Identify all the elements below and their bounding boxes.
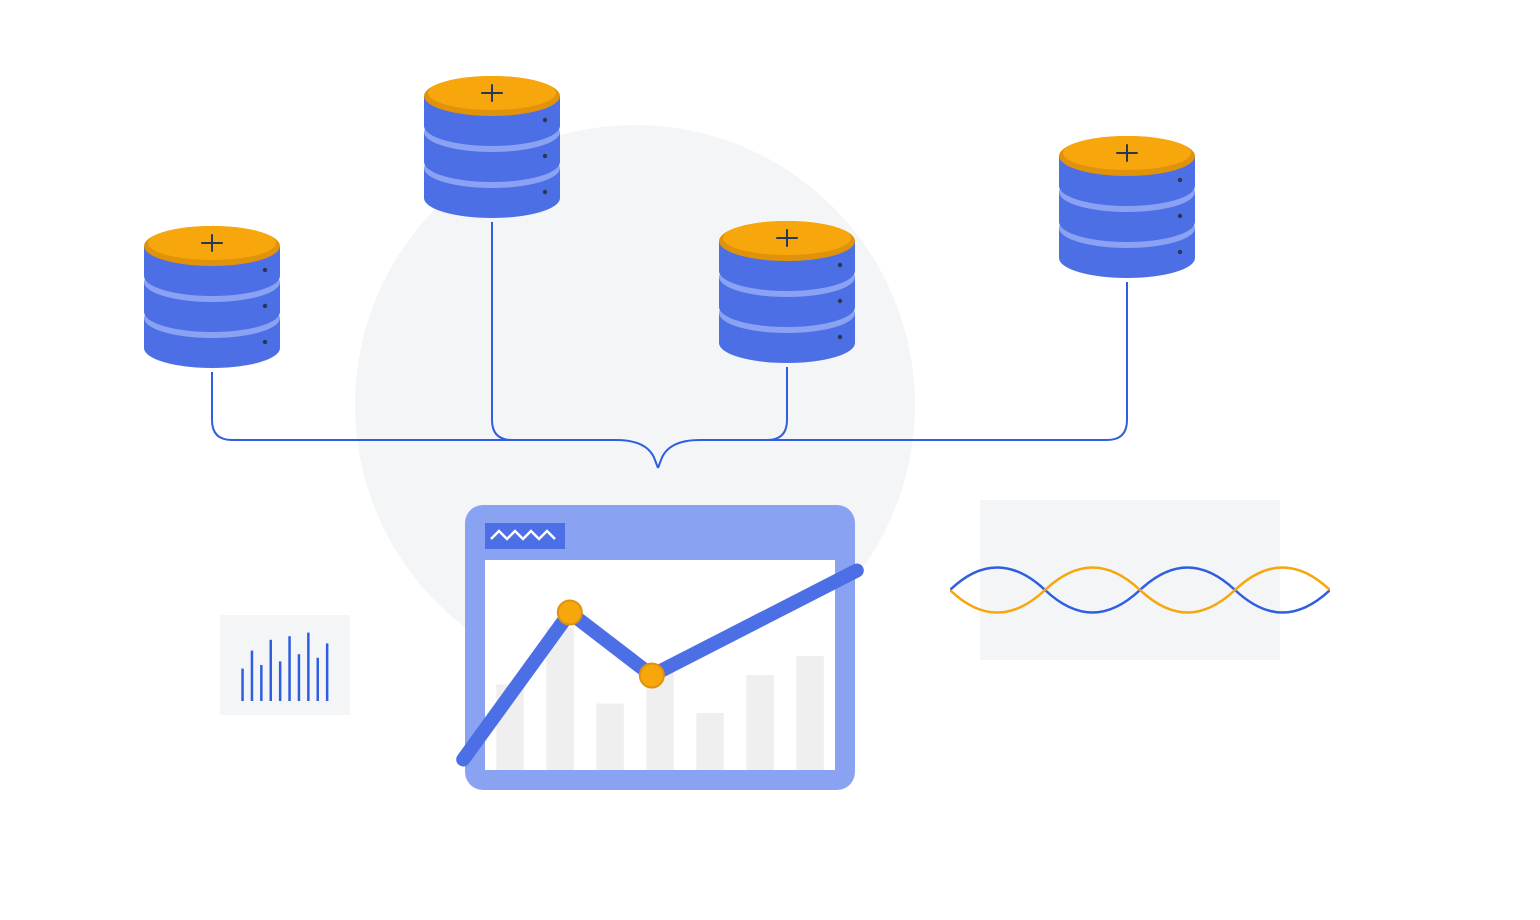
database-icon bbox=[140, 220, 285, 375]
database-icon bbox=[1055, 130, 1200, 285]
dashboard-window-icon bbox=[455, 505, 875, 805]
sparkline-bars-icon bbox=[220, 615, 350, 715]
analytics-dashboard bbox=[455, 505, 875, 810]
database-icon bbox=[715, 215, 860, 370]
database-stack-4 bbox=[1055, 130, 1200, 290]
sparkline-bars-panel bbox=[220, 615, 350, 715]
database-stack-2 bbox=[420, 70, 565, 230]
database-icon bbox=[420, 70, 565, 225]
database-stack-3 bbox=[715, 215, 860, 375]
sine-waves-icon bbox=[950, 555, 1330, 625]
diagram-canvas bbox=[0, 0, 1540, 920]
database-stack-1 bbox=[140, 220, 285, 380]
